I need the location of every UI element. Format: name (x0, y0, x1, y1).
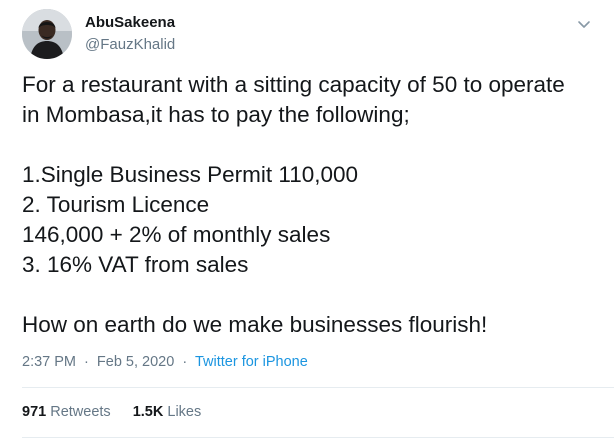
retweets-label: Retweets (50, 404, 111, 420)
divider (22, 387, 614, 388)
tweet-line: 146,000 + 2% of monthly sales (22, 222, 331, 247)
retweets-stat[interactable]: 971 Retweets (22, 404, 115, 420)
avatar-image (22, 9, 72, 59)
tweet-line-break (22, 130, 602, 160)
user-handle[interactable]: @FauzKhalid (85, 36, 175, 53)
retweets-count: 971 (22, 404, 47, 420)
tweet-time[interactable]: 2:37 PM (22, 354, 76, 370)
tweet-source-link[interactable]: Twitter for iPhone (195, 354, 308, 370)
tweet-date[interactable]: Feb 5, 2020 (97, 354, 174, 370)
tweet-card: AbuSakeena @FauzKhalid For a restaurant … (0, 0, 614, 439)
tweet-line: 2. Tourism Licence (22, 192, 210, 217)
tweet-line: in Mombasa,it has to pay the following; (22, 102, 410, 127)
tweet-line: How on earth do we make businesses flour… (22, 312, 488, 337)
tweet-line: 3. 16% VAT from sales (22, 252, 249, 277)
tweet-stats: 971 Retweets 1.5K Likes (22, 404, 201, 420)
avatar[interactable] (22, 9, 72, 59)
likes-label: Likes (167, 404, 202, 420)
tweet-line: 1.Single Business Permit 110,000 (22, 162, 359, 187)
meta-separator: · (182, 354, 188, 370)
chevron-down-icon[interactable] (574, 14, 594, 34)
likes-count: 1.5K (132, 404, 164, 420)
tweet-metadata: 2:37 PM · Feb 5, 2020 · Twitter for iPho… (22, 354, 308, 370)
tweet-text: For a restaurant with a sitting capacity… (22, 70, 602, 340)
tweet-line: For a restaurant with a sitting capacity… (22, 72, 565, 97)
divider (22, 437, 614, 438)
display-name[interactable]: AbuSakeena (85, 14, 175, 31)
likes-stat[interactable]: 1.5K Likes (133, 404, 202, 420)
meta-separator: · (84, 354, 89, 370)
tweet-line-break (22, 280, 602, 310)
